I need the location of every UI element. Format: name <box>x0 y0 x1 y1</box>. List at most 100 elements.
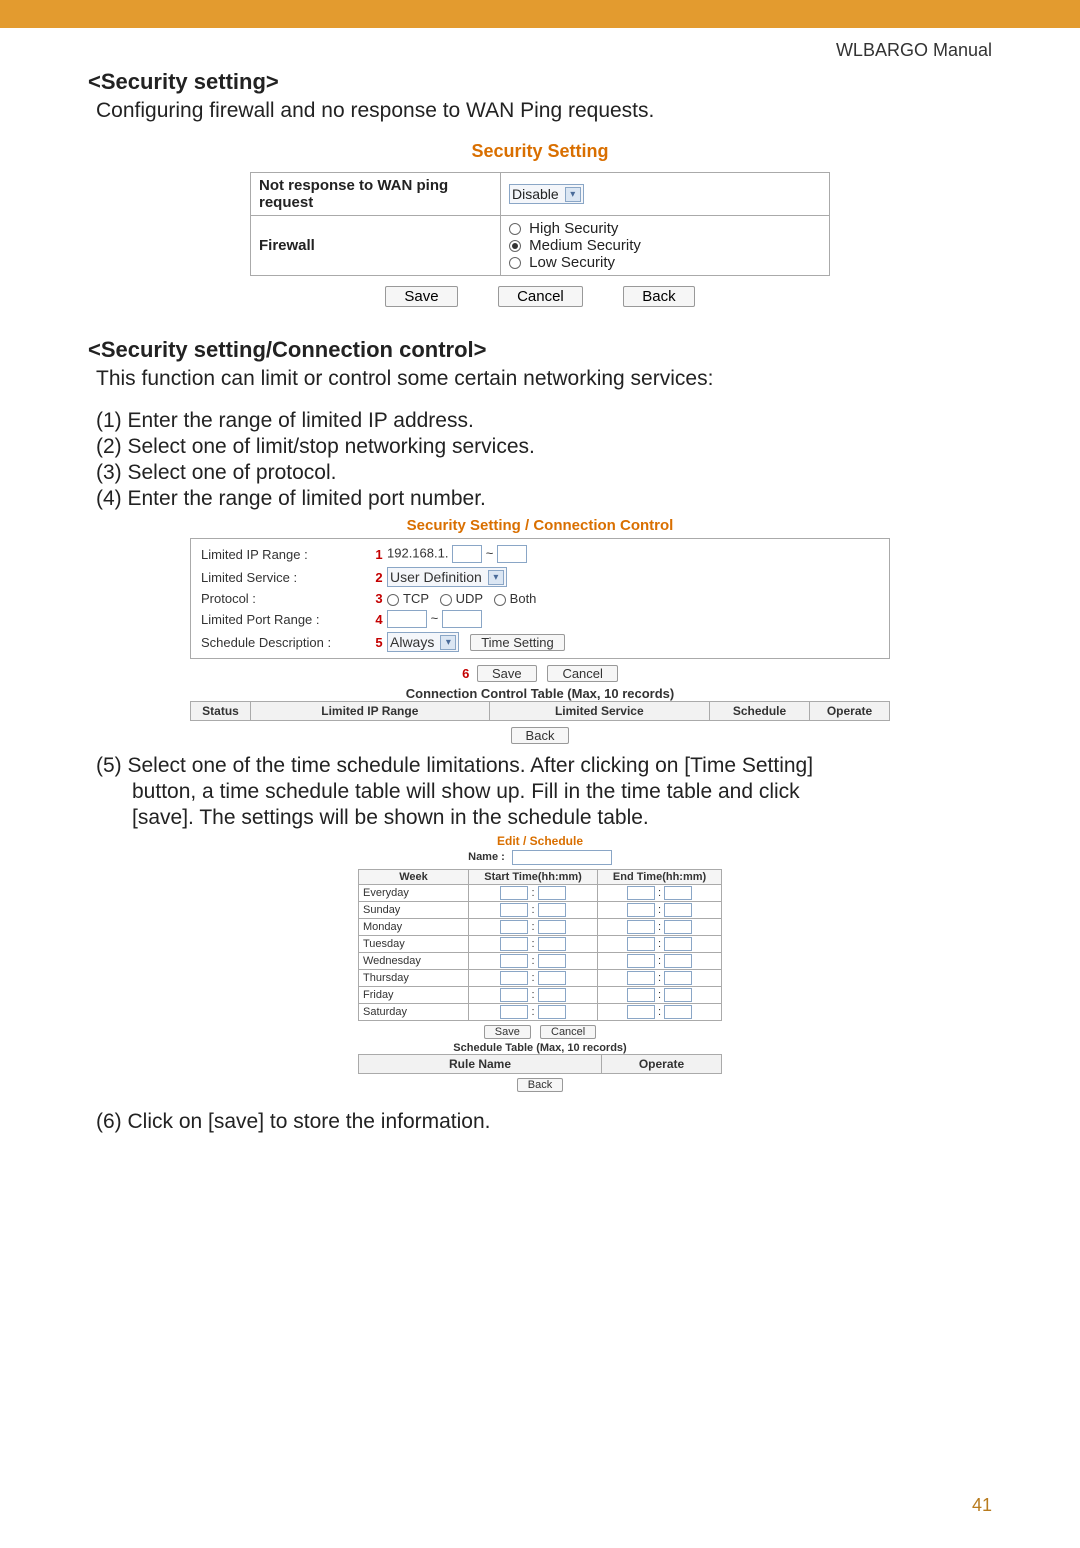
marker-3: 3 <box>371 591 387 606</box>
port-end-input[interactable] <box>442 610 482 628</box>
radio-icon <box>509 240 521 252</box>
top-bar <box>0 0 1080 28</box>
connection-control-form: Limited IP Range : 1 192.168.1. ~ Limite… <box>190 538 890 659</box>
protocol-both[interactable]: Both <box>494 591 537 606</box>
colon: : <box>658 938 661 950</box>
time-hh-input[interactable] <box>500 954 528 968</box>
time-hh-input[interactable] <box>627 886 655 900</box>
th-ip: Limited IP Range <box>251 702 490 721</box>
cc-back-button[interactable]: Back <box>511 727 570 744</box>
radio-icon <box>387 594 399 606</box>
ip-start-input[interactable] <box>452 545 482 563</box>
section-title-security: <Security setting> <box>88 69 992 95</box>
th-week: Week <box>359 870 469 885</box>
step-5: (5) Select one of the time schedule limi… <box>96 754 992 830</box>
time-mm-input[interactable] <box>538 937 566 951</box>
time-hh-input[interactable] <box>627 971 655 985</box>
time-hh-input[interactable] <box>627 920 655 934</box>
limited-port-label: Limited Port Range : <box>201 612 371 627</box>
marker-5: 5 <box>371 635 387 650</box>
cancel-button[interactable]: Cancel <box>498 286 583 307</box>
colon: : <box>658 887 661 899</box>
time-mm-input[interactable] <box>538 886 566 900</box>
protocol-tcp[interactable]: TCP <box>387 591 429 606</box>
schedule-day: Wednesday <box>359 953 469 970</box>
schedule-day: Saturday <box>359 1004 469 1021</box>
time-mm-input[interactable] <box>664 971 692 985</box>
firewall-option-low[interactable]: Low Security <box>509 254 821 271</box>
time-hh-input[interactable] <box>627 988 655 1002</box>
time-mm-input[interactable] <box>664 1005 692 1019</box>
time-mm-input[interactable] <box>664 920 692 934</box>
colon: : <box>658 972 661 984</box>
time-mm-input[interactable] <box>538 920 566 934</box>
chevron-down-icon: ▾ <box>440 635 456 650</box>
back-button[interactable]: Back <box>623 286 694 307</box>
time-mm-input[interactable] <box>664 988 692 1002</box>
security-setting-heading: Security Setting <box>250 141 830 162</box>
firewall-option-high[interactable]: High Security <box>509 220 821 237</box>
colon: : <box>658 904 661 916</box>
time-mm-input[interactable] <box>538 971 566 985</box>
ip-prefix: 192.168.1. <box>387 545 448 560</box>
schedule-list-caption: Schedule Table (Max, 10 records) <box>358 1042 722 1054</box>
step-6: (6) Click on [save] to store the informa… <box>96 1110 992 1134</box>
schedule-name-input[interactable] <box>512 850 612 865</box>
cc-save-button[interactable]: Save <box>477 665 537 682</box>
wan-ping-select[interactable]: Disable ▾ <box>509 184 584 204</box>
colon: : <box>532 955 535 967</box>
time-hh-input[interactable] <box>500 1005 528 1019</box>
cc-table-caption: Connection Control Table (Max, 10 record… <box>190 686 890 701</box>
schedule-label: Schedule Description : <box>201 635 371 650</box>
colon: : <box>532 887 535 899</box>
time-hh-input[interactable] <box>500 886 528 900</box>
sch-save-button[interactable]: Save <box>484 1025 531 1039</box>
colon: : <box>532 904 535 916</box>
time-mm-input[interactable] <box>664 954 692 968</box>
chevron-down-icon: ▾ <box>488 570 504 585</box>
colon: : <box>532 972 535 984</box>
time-mm-input[interactable] <box>538 1005 566 1019</box>
colon: : <box>532 1006 535 1018</box>
schedule-day: Friday <box>359 987 469 1004</box>
time-hh-input[interactable] <box>627 954 655 968</box>
section-desc-connection-control: This function can limit or control some … <box>96 367 992 391</box>
limited-ip-label: Limited IP Range : <box>201 547 371 562</box>
sch-back-button[interactable]: Back <box>517 1078 563 1092</box>
th-operate: Operate <box>810 702 890 721</box>
time-hh-input[interactable] <box>500 937 528 951</box>
time-mm-input[interactable] <box>538 988 566 1002</box>
tilde: ~ <box>486 545 494 560</box>
time-mm-input[interactable] <box>538 954 566 968</box>
marker-6: 6 <box>462 666 469 681</box>
time-hh-input[interactable] <box>627 937 655 951</box>
radio-icon <box>440 594 452 606</box>
time-hh-input[interactable] <box>500 903 528 917</box>
time-hh-input[interactable] <box>500 920 528 934</box>
save-button[interactable]: Save <box>385 286 457 307</box>
time-mm-input[interactable] <box>538 903 566 917</box>
marker-1: 1 <box>371 547 387 562</box>
time-mm-input[interactable] <box>664 937 692 951</box>
time-setting-button[interactable]: Time Setting <box>470 634 565 651</box>
step-5b: button, a time schedule table will show … <box>96 780 992 804</box>
time-mm-input[interactable] <box>664 903 692 917</box>
connection-control-heading: Security Setting / Connection Control <box>190 517 890 534</box>
time-hh-input[interactable] <box>500 988 528 1002</box>
port-start-input[interactable] <box>387 610 427 628</box>
cc-cancel-button[interactable]: Cancel <box>547 665 617 682</box>
firewall-option-medium[interactable]: Medium Security <box>509 237 821 254</box>
manual-title: WLBARGO Manual <box>88 40 992 61</box>
limited-service-label: Limited Service : <box>201 570 371 585</box>
ip-end-input[interactable] <box>497 545 527 563</box>
time-hh-input[interactable] <box>500 971 528 985</box>
sch-cancel-button[interactable]: Cancel <box>540 1025 596 1039</box>
service-select[interactable]: User Definition ▾ <box>387 567 507 587</box>
schedule-heading: Edit / Schedule <box>358 834 722 848</box>
time-hh-input[interactable] <box>627 1005 655 1019</box>
time-mm-input[interactable] <box>664 886 692 900</box>
schedule-select[interactable]: Always ▾ <box>387 632 459 652</box>
protocol-udp[interactable]: UDP <box>440 591 483 606</box>
radio-icon <box>494 594 506 606</box>
time-hh-input[interactable] <box>627 903 655 917</box>
